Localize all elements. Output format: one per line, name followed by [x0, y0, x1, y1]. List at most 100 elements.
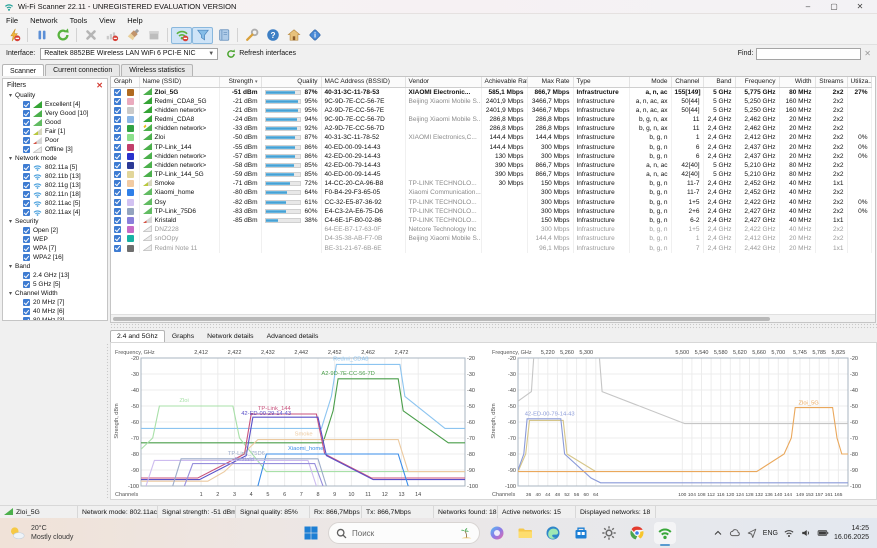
filter-item[interactable]: 802.11b [13] [3, 172, 107, 181]
toolbar-journal-button[interactable] [213, 27, 234, 44]
tab-current-connection[interactable]: Current connection [45, 64, 120, 76]
tray-onedrive-cloud-icon[interactable] [729, 527, 741, 539]
collapse-icon[interactable]: ▾ [9, 263, 12, 270]
column-header-name-ssid-[interactable]: Name (SSID) [139, 77, 219, 87]
toolbar-show-inactive-networks-button[interactable] [171, 27, 192, 44]
menu-tools[interactable]: Tools [64, 16, 94, 25]
collapse-icon[interactable]: ▾ [9, 290, 12, 297]
checkbox-checked[interactable] [114, 116, 121, 123]
taskbar-file-explorer[interactable] [514, 522, 536, 544]
filter-item[interactable]: WEP [3, 235, 107, 244]
checkbox-checked[interactable] [23, 200, 30, 207]
filter-group-quality[interactable]: ▾Quality [3, 91, 107, 100]
column-header-mode[interactable]: Mode [629, 77, 671, 87]
filter-item[interactable]: WPA [7] [3, 244, 107, 253]
table-row[interactable]: Kristald-85 dBm38%C4-6E-1F-B0-02-86TP-LI… [111, 216, 871, 225]
checkbox-checked[interactable] [23, 137, 30, 144]
toolbar-rescan-button[interactable] [52, 27, 73, 44]
filter-item[interactable]: Very Good [10] [3, 109, 107, 118]
toolbar-about-button[interactable]: i [304, 27, 325, 44]
filter-item[interactable]: Poor [3, 136, 107, 145]
filter-item[interactable]: 802.11n [18] [3, 190, 107, 199]
filter-item[interactable]: 2.4 GHz [13] [3, 271, 107, 280]
column-header-vendor[interactable]: Vendor [405, 77, 481, 87]
filter-item[interactable]: 40 MHz [6] [3, 307, 107, 316]
toolbar-start-stop-scan-button[interactable] [3, 27, 24, 44]
find-input[interactable] [756, 48, 861, 60]
checkbox-checked[interactable] [23, 254, 30, 261]
table-row[interactable]: <hidden network>-21 dBm95%A2-9D-7E-CC-56… [111, 106, 871, 115]
checkbox-checked[interactable] [23, 146, 30, 153]
taskbar-clock[interactable]: 14:2516.06.2025 [834, 524, 869, 542]
checkbox-checked[interactable] [23, 110, 30, 117]
checkbox-checked[interactable] [23, 317, 30, 321]
column-header-utiliza-[interactable]: Utiliza... [847, 77, 871, 87]
table-row[interactable]: TP-Link_144_5G-59 dBm85%40-ED-00-09-14-4… [111, 170, 871, 179]
filter-item[interactable]: WPA2 [16] [3, 253, 107, 262]
filter-item[interactable]: Offline [3] [3, 145, 107, 154]
taskbar-wifi-scanner-app[interactable] [654, 522, 676, 544]
table-row[interactable]: Redmi_CDA8-24 dBm94%9C-9D-7E-CC-56-7DBei… [111, 115, 871, 124]
filter-group-security[interactable]: ▾Security [3, 217, 107, 226]
menu-view[interactable]: View [93, 16, 121, 25]
column-header-quality[interactable]: Quality [261, 77, 321, 87]
checkbox-checked[interactable] [23, 245, 30, 252]
checkbox-checked[interactable] [114, 199, 121, 206]
checkbox-checked[interactable] [114, 217, 121, 224]
tray-location-arrow-icon[interactable] [746, 527, 758, 539]
chart-tab-network-details[interactable]: Network details [201, 331, 259, 342]
filter-item[interactable]: 20 MHz [7] [3, 298, 107, 307]
tray-battery-icon[interactable] [817, 527, 829, 539]
chart-tab-advanced-details[interactable]: Advanced details [261, 331, 325, 342]
tray-wifi-icon[interactable] [783, 527, 795, 539]
column-header-max-rate[interactable]: Max Rate [527, 77, 573, 87]
chart-tab-graphs[interactable]: Graphs [166, 331, 200, 342]
checkbox-checked[interactable] [114, 226, 121, 233]
filter-item[interactable]: Excellent [4] [3, 100, 107, 109]
column-header-band[interactable]: Band [703, 77, 735, 87]
checkbox-checked[interactable] [114, 162, 121, 169]
checkbox-checked[interactable] [114, 235, 121, 242]
table-row[interactable]: <hidden network>-57 dBm86%42-ED-00-29-14… [111, 152, 871, 161]
clear-find-icon[interactable]: ✕ [864, 49, 871, 58]
checkbox-checked[interactable] [114, 171, 121, 178]
checkbox-checked[interactable] [114, 189, 121, 196]
menu-network[interactable]: Network [24, 16, 64, 25]
filter-group-channel-width[interactable]: ▾Channel Width [3, 289, 107, 298]
checkbox-checked[interactable] [23, 209, 30, 216]
checkbox-checked[interactable] [114, 125, 121, 132]
filter-item[interactable]: 802.11a [5] [3, 163, 107, 172]
toolbar-delete-button[interactable] [80, 27, 101, 44]
toolbar-help-button[interactable]: ? [262, 27, 283, 44]
collapse-icon[interactable]: ▾ [9, 92, 12, 99]
toolbar-filters-toggle-button[interactable] [192, 27, 213, 44]
checkbox-checked[interactable] [23, 119, 30, 126]
table-row[interactable]: Smoke-71 dBm72%14-CC-20-CA-96-B8TP-LINK … [111, 179, 871, 188]
toolbar-clear-list-button[interactable] [122, 27, 143, 44]
toolbar-homepage-button[interactable] [283, 27, 304, 44]
filter-item[interactable]: Open [2] [3, 226, 107, 235]
filter-item[interactable]: 5 GHz [5] [3, 280, 107, 289]
checkbox-checked[interactable] [23, 281, 30, 288]
table-row[interactable]: <hidden network>-58 dBm85%42-ED-00-79-14… [111, 161, 871, 170]
menu-help[interactable]: Help [121, 16, 148, 25]
checkbox-checked[interactable] [114, 107, 121, 114]
checkbox-checked[interactable] [23, 308, 30, 315]
table-row[interactable]: Osy-82 dBm61%CC-32-E5-87-36-92TP-LINK TE… [111, 198, 871, 207]
table-row[interactable]: Redmi Note 11BE-31-21-67-6B-6E96,1 MbpsI… [111, 244, 871, 253]
table-row[interactable]: DNZ22864-EE-B7-17-63-0FNetcore Technolog… [111, 225, 871, 234]
checkbox-checked[interactable] [23, 227, 30, 234]
filter-item[interactable]: 802.11ax [4] [3, 208, 107, 217]
table-row[interactable]: TP-Link_144-55 dBm86%40-ED-00-09-14-4314… [111, 142, 871, 151]
menu-file[interactable]: File [0, 16, 24, 25]
filter-item[interactable]: Good [3, 118, 107, 127]
checkbox-checked[interactable] [114, 89, 121, 96]
scrollbar-thumb[interactable] [113, 317, 770, 321]
maximize-button[interactable]: ▢ [821, 0, 847, 13]
checkbox-checked[interactable] [23, 299, 30, 306]
checkbox-checked[interactable] [23, 164, 30, 171]
toolbar-archive-button[interactable] [143, 27, 164, 44]
taskbar-chrome[interactable] [626, 522, 648, 544]
column-header-graph[interactable]: Graph [111, 77, 139, 87]
checkbox-checked[interactable] [114, 144, 121, 151]
